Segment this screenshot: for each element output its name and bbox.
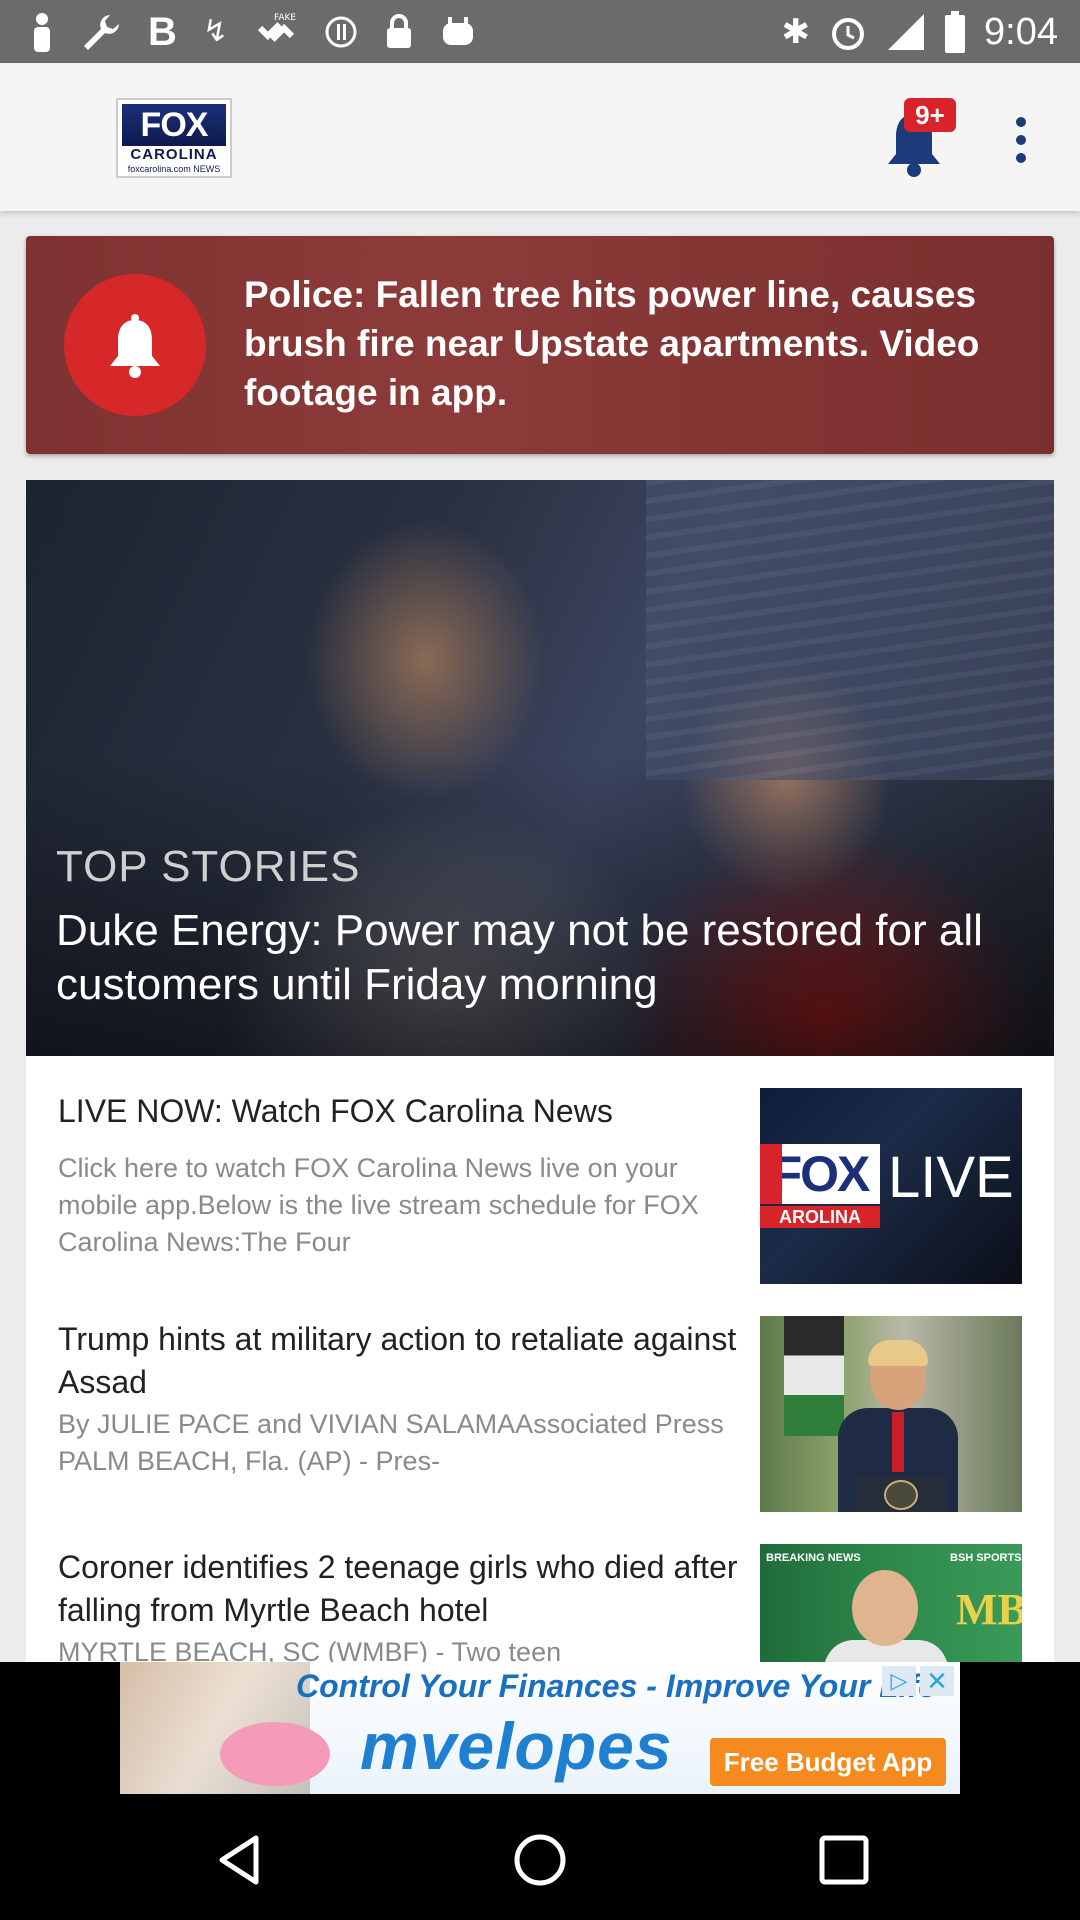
presidential-seal-icon [884,1480,918,1510]
logo-sub: CAROLINA [130,146,218,163]
article-title: LIVE NOW: Watch FOX Carolina News [58,1093,613,1129]
wrench-icon [84,15,119,50]
bluetooth-icon: ✱ [781,13,811,51]
android-icon [443,17,474,45]
piggy-bank-icon [220,1722,330,1786]
article-summary: By JULIE PACE and VIVIAN SALAMAAssociate… [58,1409,724,1476]
article-item-coroner[interactable]: Coroner identifies 2 teenage girls who d… [26,1512,1054,1662]
person-icon [34,13,50,52]
screen: B ↯ FAKE ✱ 9:04 FOX CAROLINA foxcarolina… [0,0,1080,1920]
live-label: LIVE [888,1145,1014,1210]
blocked-icon [325,16,357,48]
status-system-icons: ✱ 9:04 [782,8,1058,56]
section-label: TOP STORIES [56,842,361,891]
top-story-headline: Duke Energy: Power may not be restored f… [56,906,983,1009]
article-title: Coroner identifies 2 teenage girls who d… [58,1549,738,1628]
back-icon[interactable] [210,1830,270,1890]
article-thumbnail [760,1316,1022,1512]
alarm-icon [832,18,865,50]
top-story-image-background [646,480,1054,780]
overflow-menu-icon[interactable] [1006,113,1036,173]
mb-logo: MB [956,1585,1022,1634]
status-bar: B ↯ FAKE ✱ 9:04 [0,0,1080,63]
ad-banner[interactable]: Control Your Finances - Improve Your Lif… [120,1662,960,1794]
ad-close-icon[interactable]: ✕ [920,1666,954,1696]
article-list: LIVE NOW: Watch FOX Carolina News Click … [26,1056,1054,1662]
alert-headline: Police: Fallen tree hits power line, cau… [244,274,980,413]
article-thumbnail: FOX AROLINA LIVE [760,1088,1022,1284]
status-notification-icons: B ↯ FAKE [30,10,476,54]
app-header: FOX CAROLINA foxcarolina.com NEWS 9+ [0,63,1080,211]
logo-site: foxcarolina.com NEWS [127,164,221,174]
svg-text:FAKE: FAKE [274,13,296,23]
ad-choices-icon[interactable]: ▷ [882,1666,916,1696]
carolina-label: AROLINA [760,1206,880,1228]
article-thumbnail: BREAKING NEWS BSH SPORTS MB [760,1544,1022,1662]
article-title: Trump hints at military action to retali… [58,1321,737,1400]
breaking-news-label: BREAKING NEWS [766,1552,861,1564]
status-time: 9:04 [984,10,1058,53]
fox-carolina-logo[interactable]: FOX CAROLINA foxcarolina.com NEWS [116,98,232,178]
navigation-bar [0,1800,1080,1920]
breaking-alert-card[interactable]: Police: Fallen tree hits power line, cau… [26,236,1054,454]
ad-brand: mvelopes [360,1709,673,1783]
alert-bell-icon [64,274,206,416]
ad-cta-button[interactable]: Free Budget App [710,1738,946,1786]
article-item-trump[interactable]: Trump hints at military action to retali… [26,1284,1054,1512]
fake-gps-icon: FAKE [257,13,296,42]
home-icon[interactable] [510,1830,570,1890]
article-summary: Click here to watch FOX Carolina News li… [58,1153,699,1257]
top-story-card[interactable]: TOP STORIES Duke Energy: Power may not b… [26,480,1054,1056]
article-summary: MYRTLE BEACH, SC (WMBF) - Two teen [58,1637,562,1662]
lock-icon [387,14,412,48]
notification-count-badge: 9+ [904,98,956,132]
ad-area: Control Your Finances - Improve Your Lif… [0,1662,1080,1800]
notifications-button[interactable]: 9+ [884,98,956,178]
signal-icon [888,14,925,50]
article-item-live[interactable]: LIVE NOW: Watch FOX Carolina News Click … [26,1056,1054,1284]
battery-icon [945,11,966,53]
sports-label: BSH SPORTS [950,1552,1022,1564]
ad-tagline: Control Your Finances - Improve Your Lif… [296,1668,937,1704]
logo-brand: FOX [122,104,226,146]
bold-b-icon: B [148,10,177,54]
recents-icon[interactable] [814,1830,874,1890]
swirl-icon: ↯ [202,15,229,48]
